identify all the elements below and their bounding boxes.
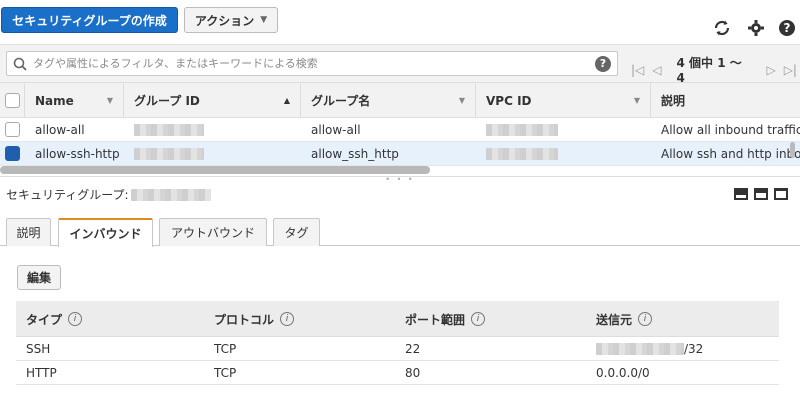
gear-icon[interactable]	[746, 18, 766, 38]
cell-description: Allow ssh and http inbound	[661, 146, 800, 161]
header-label: ポート範囲	[405, 312, 466, 327]
cell-type: HTTP	[26, 365, 57, 380]
tab-description[interactable]: 説明	[6, 218, 51, 246]
prev-page-icon[interactable]: ◁	[647, 63, 666, 77]
table-row[interactable]: allow-ssh-http allow_ssh_http Allow ssh …	[0, 142, 800, 166]
header-source: 送信元 i	[586, 301, 779, 337]
create-security-group-button[interactable]: セキュリティグループの作成	[1, 7, 178, 33]
search-box: ?	[6, 51, 618, 76]
header-label: グループ名	[311, 94, 371, 108]
tab-outbound[interactable]: アウトバウンド	[159, 218, 267, 246]
pagination: |◁ ◁ 4 個中 1 〜 4 ▷ ▷|	[628, 54, 800, 85]
cell-source: /32	[586, 337, 779, 360]
header-port-range: ポート範囲 i	[395, 301, 586, 337]
header-vpc-id[interactable]: VPC ID ▼	[476, 83, 651, 118]
cell-vpc-id	[476, 142, 651, 165]
row-checkbox[interactable]	[5, 146, 20, 161]
next-page-icon[interactable]: ▷	[761, 63, 780, 77]
cell-port: 22	[405, 341, 421, 356]
sort-down-icon: ▼	[106, 96, 113, 105]
sort-up-icon: ▲	[283, 96, 290, 105]
header-label: Name	[35, 93, 74, 108]
detail-title-label: セキュリティグループ:	[6, 188, 129, 202]
search-help-icon[interactable]: ?	[595, 55, 611, 72]
refresh-icon[interactable]	[712, 18, 732, 38]
horizontal-scrollbar[interactable]	[0, 166, 430, 174]
sort-down-icon: ▼	[633, 96, 640, 105]
cell-vpc-id	[476, 118, 651, 141]
rules-header: タイプ i プロトコル i ポート範囲 i 送信元 i	[16, 301, 779, 337]
header-protocol: プロトコル i	[204, 301, 395, 337]
header-type: タイプ i	[16, 301, 204, 337]
header-label: タイプ	[26, 312, 63, 327]
help-icon[interactable]: ?	[777, 18, 797, 38]
header-group-name[interactable]: グループ名 ▼	[301, 83, 476, 118]
sort-down-icon: ▼	[458, 96, 465, 105]
cell-source: 0.0.0.0/0	[596, 365, 650, 380]
header-select-all[interactable]	[0, 83, 25, 118]
actions-dropdown[interactable]: アクション ▼	[184, 7, 278, 33]
redacted-value	[130, 188, 211, 201]
header-label: 説明	[661, 94, 686, 108]
table-row: HTTP TCP 80 0.0.0.0/0	[16, 361, 779, 385]
redacted-value	[134, 147, 204, 160]
row-checkbox[interactable]	[5, 122, 20, 137]
detail-title: セキュリティグループ:	[6, 186, 211, 203]
redacted-value	[134, 123, 204, 136]
table-row: SSH TCP 22 /32	[16, 337, 779, 361]
first-page-icon[interactable]: |◁	[628, 63, 647, 77]
layout-top-icon[interactable]	[774, 188, 788, 200]
top-toolbar: セキュリティグループの作成 アクション ▼ ?	[0, 0, 800, 44]
info-icon[interactable]: i	[638, 312, 653, 326]
info-icon[interactable]: i	[280, 312, 295, 326]
table-header: Name ▼ グループ ID ▲ グループ名 ▼ VPC ID ▼ 説明	[0, 82, 800, 118]
source-suffix: /32	[684, 341, 704, 356]
chevron-down-icon: ▼	[260, 15, 268, 25]
cell-description: Allow all inbound traffic	[661, 122, 800, 137]
info-icon[interactable]: i	[68, 312, 83, 326]
header-name[interactable]: Name ▼	[25, 83, 124, 118]
detail-tabs: 説明 インバウンド アウトバウンド タグ	[0, 218, 800, 247]
cell-protocol: TCP	[214, 365, 237, 380]
cell-group-name: allow-all	[311, 122, 361, 137]
tab-tags[interactable]: タグ	[273, 218, 320, 246]
edit-button[interactable]: 編集	[17, 265, 61, 290]
cell-group-id	[124, 142, 301, 165]
header-label: 送信元	[596, 312, 633, 327]
pane-splitter[interactable]: • • •	[0, 175, 800, 184]
search-input[interactable]	[33, 52, 595, 75]
cell-name: allow-ssh-http	[35, 146, 120, 161]
redacted-value	[486, 147, 558, 160]
layout-split-icon[interactable]	[754, 188, 768, 200]
redacted-value	[486, 123, 558, 136]
info-icon[interactable]: i	[471, 312, 486, 326]
page-range: 4 個中 1 〜 4	[676, 56, 742, 85]
cell-group-name: allow_ssh_http	[311, 146, 399, 161]
redacted-value	[596, 342, 684, 355]
header-description[interactable]: 説明	[651, 83, 800, 118]
header-group-id[interactable]: グループ ID ▲	[124, 83, 301, 118]
cell-port: 80	[405, 365, 421, 380]
pane-layout-controls	[734, 188, 788, 200]
cell-protocol: TCP	[214, 341, 237, 356]
search-icon	[7, 57, 33, 71]
table-row[interactable]: allow-all allow-all Allow all inbound tr…	[0, 118, 800, 142]
layout-bottom-icon[interactable]	[734, 188, 748, 200]
actions-label: アクション	[194, 13, 255, 28]
inbound-rules-table: タイプ i プロトコル i ポート範囲 i 送信元 i SSH TCP 22 /32 H…	[16, 301, 779, 385]
header-label: グループ ID	[134, 94, 200, 108]
tab-inbound[interactable]: インバウンド	[58, 218, 153, 247]
svg-text:?: ?	[784, 21, 791, 35]
last-page-icon[interactable]: ▷|	[781, 63, 800, 77]
filter-bar: ? |◁ ◁ 4 個中 1 〜 4 ▷ ▷|	[0, 44, 800, 85]
select-all-checkbox[interactable]	[4, 93, 20, 108]
cell-name: allow-all	[35, 122, 85, 137]
header-label: プロトコル	[214, 312, 275, 327]
security-groups-table: Name ▼ グループ ID ▲ グループ名 ▼ VPC ID ▼ 説明 allow-a…	[0, 82, 800, 166]
cell-type: SSH	[26, 341, 51, 356]
cell-group-id	[124, 118, 301, 141]
header-label: VPC ID	[486, 93, 532, 108]
vertical-scrollbar[interactable]	[790, 142, 795, 158]
